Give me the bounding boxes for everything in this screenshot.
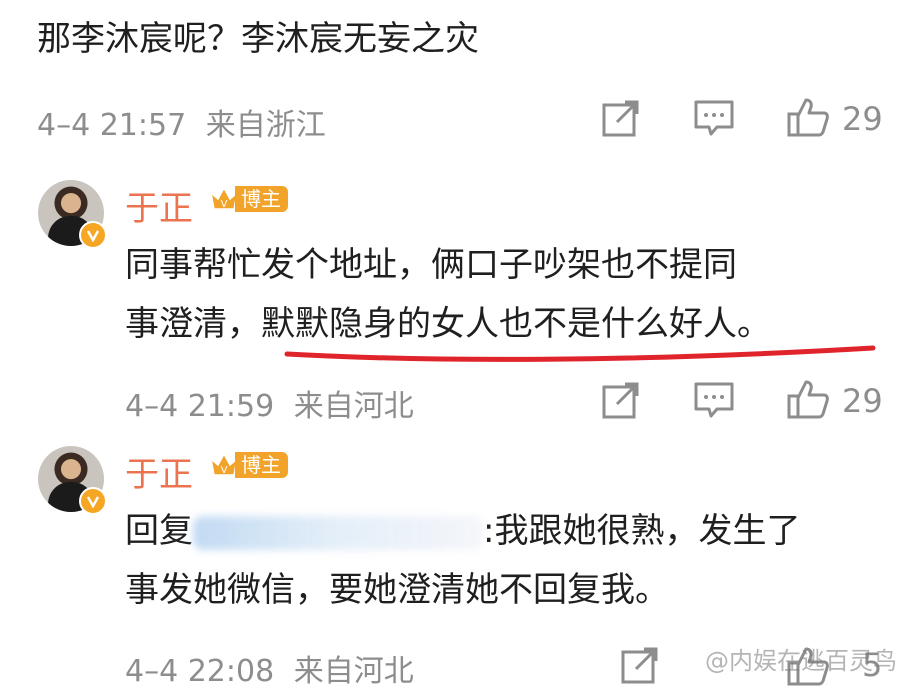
reply-time: 4–4 21:59 来自河北 xyxy=(125,381,414,425)
share-icon[interactable] xyxy=(601,380,641,420)
reply-text-line2: 事发她微信，要她澄清她不回复我。 xyxy=(125,570,669,610)
watermark: @内娱在逃百灵鸟 xyxy=(705,647,897,675)
reply-time: 4–4 22:08 来自河北 xyxy=(125,646,414,690)
svg-text:V: V xyxy=(221,465,228,476)
reply-text-line1: 回复 :我跟她很熟，发生了 xyxy=(125,514,800,550)
reply-text-plain: 事澄清， xyxy=(125,304,261,344)
svg-text:V: V xyxy=(221,199,228,210)
red-underline xyxy=(284,345,876,362)
reply-text-line1: 同事帮忙发个地址，俩口子吵架也不提同 xyxy=(125,245,737,285)
location: 来自河北 xyxy=(293,389,414,424)
blurred-username[interactable] xyxy=(193,515,483,550)
timestamp: 4–4 22:08 xyxy=(125,654,275,689)
location: 来自浙江 xyxy=(205,108,326,143)
comment-time: 4–4 21:57 来自浙江 xyxy=(37,100,326,144)
timestamp: 4–4 21:57 xyxy=(37,108,187,143)
share-icon[interactable] xyxy=(601,98,641,138)
blogger-badge: V 博主 xyxy=(209,450,288,480)
reply-text-line2: 事澄清，默默隐身的女人也不是什么好人。 xyxy=(125,307,771,341)
badge-label: 博主 xyxy=(235,452,288,478)
reply-prefix: 回复 xyxy=(125,511,193,551)
like-count: 29 xyxy=(842,382,883,420)
badge-label: 博主 xyxy=(235,186,288,212)
verified-icon xyxy=(79,487,107,515)
like-icon[interactable] xyxy=(786,378,830,420)
timestamp: 4–4 21:59 xyxy=(125,389,275,424)
reply-text-suffix: :我跟她很熟，发生了 xyxy=(483,511,801,551)
comment-text: 那李沐宸呢？李沐宸无妄之灾 xyxy=(37,19,479,59)
location: 来自河北 xyxy=(293,654,414,689)
like-icon[interactable] xyxy=(786,96,830,138)
share-icon[interactable] xyxy=(620,645,660,685)
blogger-badge: V 博主 xyxy=(209,184,288,214)
username[interactable]: 于正 xyxy=(125,181,193,230)
username[interactable]: 于正 xyxy=(125,447,193,496)
reply-text-highlighted: 默默隐身的女人也不是什么好人。 xyxy=(261,304,771,344)
comment-icon[interactable] xyxy=(693,99,735,137)
like-count: 29 xyxy=(842,100,883,138)
comment-icon[interactable] xyxy=(693,381,735,419)
verified-icon xyxy=(79,221,107,249)
